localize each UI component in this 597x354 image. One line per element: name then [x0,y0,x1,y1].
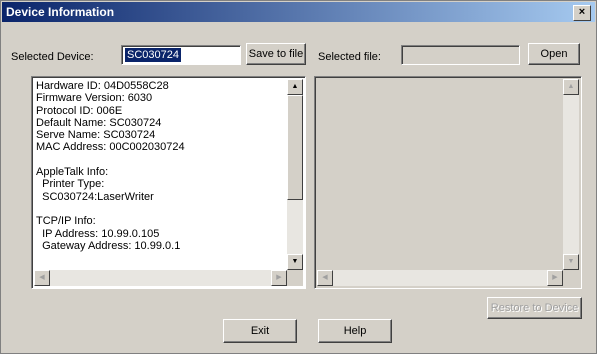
device-information-dialog: Device Information × Selected Device: SC… [0,0,597,354]
device-info-line: IP Address: 10.99.0.105 [36,227,160,240]
device-info-line: Serve Name: SC030724 [36,129,156,142]
device-info-line: TCP/IP Info: [36,215,96,228]
save-to-file-button[interactable]: Save to file [246,43,306,65]
file-size-grip [563,270,579,286]
device-info-line: Default Name: SC030724 [36,116,162,129]
close-button[interactable]: × [573,5,591,21]
file-vertical-scrollbar[interactable]: ▲ ▼ [563,79,579,270]
file-horizontal-scrollbar[interactable]: ◀ ▶ [317,270,563,286]
scroll-left-arrow-icon[interactable]: ◀ [34,270,50,286]
device-info-line: Hardware ID: 04D0558C28 [36,80,169,92]
horizontal-scrollbar[interactable]: ◀ ▶ [34,270,287,286]
file-scroll-up-arrow-icon[interactable]: ▲ [563,79,579,95]
scroll-up-arrow-icon[interactable]: ▲ [287,79,303,95]
restore-to-device-button[interactable]: Restore to Device [487,297,582,319]
open-button[interactable]: Open [528,43,580,65]
selected-file-field[interactable] [401,45,520,65]
scroll-thumb[interactable] [287,95,303,200]
selected-device-value: SC030724 [125,48,181,62]
file-scroll-right-arrow-icon[interactable]: ▶ [547,270,563,286]
device-info-line [36,203,185,215]
device-info-text: Hardware ID: 04D0558C28 Firmware Version:… [36,80,185,252]
vertical-scrollbar[interactable]: ▲ ▼ [287,79,303,270]
device-info-line: Printer Type: [36,178,105,191]
file-scroll-down-arrow-icon[interactable]: ▼ [563,254,579,270]
device-info-line: Gateway Address: 10.99.0.1 [36,239,181,252]
device-info-line: MAC Address: 00C002030724 [36,141,185,154]
exit-button[interactable]: Exit [223,319,297,343]
scroll-down-arrow-icon[interactable]: ▼ [287,254,303,270]
device-info-line: AppleTalk Info: [36,166,109,179]
device-info-line: Protocol ID: 006E [36,104,123,117]
window-title: Device Information [6,5,115,19]
file-scroll-left-arrow-icon[interactable]: ◀ [317,270,333,286]
scroll-right-arrow-icon[interactable]: ▶ [271,270,287,286]
help-button[interactable]: Help [318,319,392,343]
device-info-textbox[interactable]: Hardware ID: 04D0558C28 Firmware Version:… [31,76,306,289]
device-info-line: SC030724:LaserWriter [36,190,154,203]
device-info-line: Firmware Version: 6030 [36,92,153,105]
selected-device-field[interactable]: SC030724 [121,45,241,65]
selected-file-label: Selected file: [318,51,381,63]
selected-device-label: Selected Device: [11,51,94,63]
size-grip [287,270,303,286]
title-bar: Device Information × [2,2,595,22]
device-info-line [36,154,185,166]
file-contents-textbox[interactable]: ▲ ▼ ◀ ▶ [314,76,582,289]
